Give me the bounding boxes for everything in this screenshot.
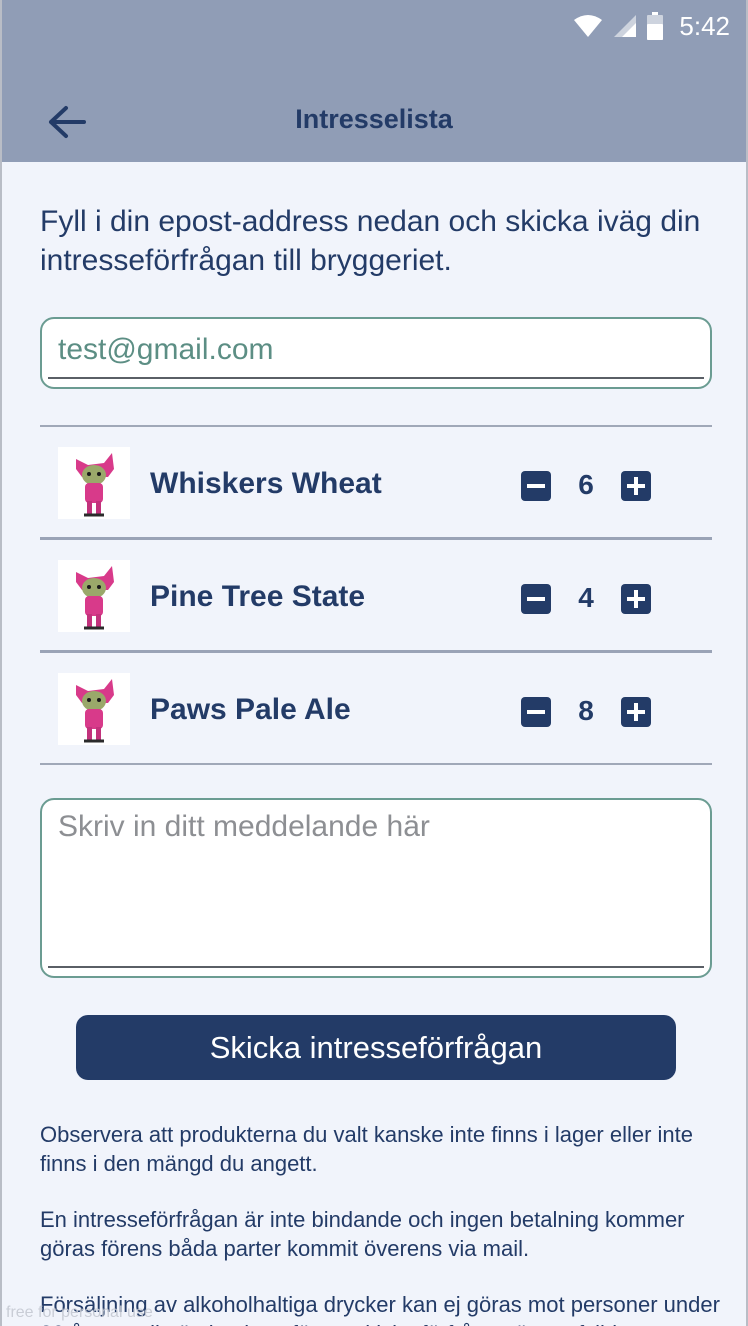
product-row-1: Pine Tree State 4 — [40, 540, 712, 650]
quantity-value: 4 — [578, 582, 594, 613]
message-field-container — [40, 798, 712, 978]
notes: Observera att produkterna du valt kanske… — [40, 1120, 720, 1326]
status-bar: 5:42 — [573, 10, 730, 42]
battery-icon — [647, 12, 664, 40]
message-field[interactable] — [58, 810, 698, 960]
watermark: free for personal use — [6, 1304, 153, 1321]
intro-text: Fyll i din epost-address nedan och skick… — [40, 205, 701, 277]
note-stock: Observera att produkterna du valt kanske… — [40, 1122, 694, 1176]
product-name: Paws Pale Ale — [150, 693, 351, 726]
app-bar: 5:42 Intresselista — [2, 0, 746, 162]
product-image-0 — [58, 447, 130, 519]
status-time: 5:42 — [679, 10, 730, 41]
product-name: Pine Tree State — [150, 580, 366, 613]
increase-quantity-button[interactable] — [621, 697, 651, 727]
product-list: Whiskers Wheat 6 Pine Tree State 4 Paws … — [40, 425, 712, 765]
decrease-quantity-button[interactable] — [521, 584, 551, 614]
quantity-value: 6 — [578, 469, 594, 500]
product-image-1 — [58, 560, 130, 632]
product-row-0: Whiskers Wheat 6 — [40, 427, 712, 537]
decrease-quantity-button[interactable] — [521, 471, 551, 501]
increase-quantity-button[interactable] — [621, 471, 651, 501]
quantity-value: 8 — [578, 695, 594, 726]
email-field-underline — [48, 377, 704, 379]
page-title: Intresselista — [295, 104, 453, 134]
divider — [40, 763, 712, 765]
email-field[interactable] — [58, 325, 698, 375]
wifi-icon — [574, 15, 603, 37]
decrease-quantity-button[interactable] — [521, 697, 551, 727]
product-row-2: Paws Pale Ale 8 — [40, 653, 712, 763]
cat-mascot-icon — [76, 679, 114, 743]
product-image-2 — [58, 673, 130, 745]
app-screen: 5:42 Intresselista Fyll i din epost-addr… — [0, 0, 748, 1326]
cat-mascot-icon — [76, 453, 114, 517]
cat-mascot-icon — [76, 566, 114, 630]
product-name: Whiskers Wheat — [150, 467, 382, 500]
increase-quantity-button[interactable] — [621, 584, 651, 614]
message-field-underline — [48, 966, 704, 968]
email-field-container — [40, 317, 712, 389]
cell-signal-icon — [614, 15, 637, 37]
send-request-button[interactable]: Skicka intresseförfrågan — [76, 1015, 676, 1080]
note-binding: En intresseförfrågan är inte bindande oc… — [40, 1207, 685, 1261]
